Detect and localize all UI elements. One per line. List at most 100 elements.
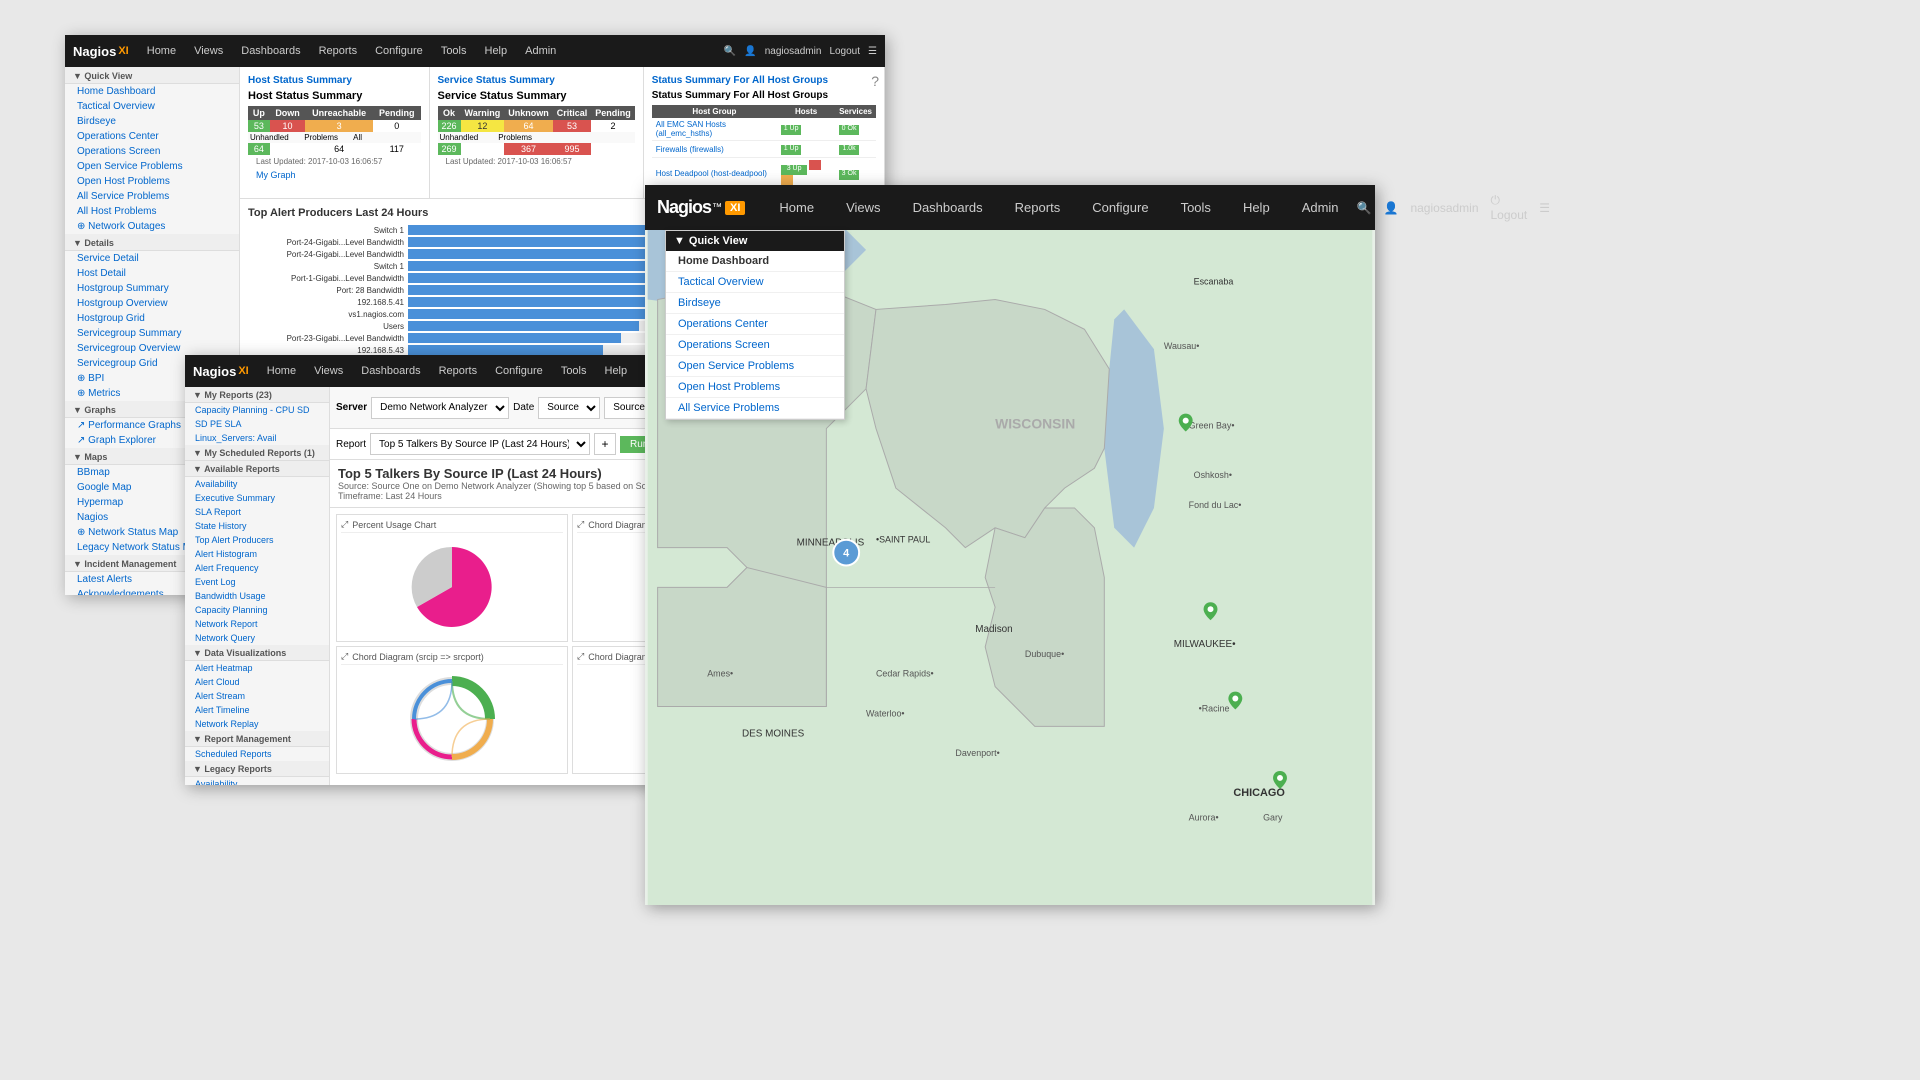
sidebar-all-host[interactable]: All Host Problems — [65, 204, 239, 219]
svc-all-unknown[interactable]: 367 — [504, 143, 553, 155]
dd-birdseye[interactable]: Birdseye — [666, 293, 844, 314]
nav-home-w2[interactable]: Home — [765, 192, 828, 223]
host-up-count[interactable]: 53 — [248, 120, 270, 132]
avail-state[interactable]: State History — [185, 519, 329, 533]
nav-views-w1[interactable]: Views — [186, 41, 231, 61]
date-select[interactable]: Source — [538, 397, 600, 419]
avail-top-alert[interactable]: Top Alert Producers — [185, 533, 329, 547]
host-down-count[interactable]: 10 — [270, 120, 305, 132]
help-icon-hg[interactable]: ? — [871, 73, 879, 89]
expand-icon-chord3[interactable]: ⤢ — [577, 651, 584, 662]
avail-alert-freq[interactable]: Alert Frequency — [185, 561, 329, 575]
nav-dashboards-w2[interactable]: Dashboards — [899, 192, 997, 223]
sidebar-hostgroup-summary[interactable]: Hostgroup Summary — [65, 281, 239, 296]
sidebar-operations-screen[interactable]: Operations Screen — [65, 144, 239, 159]
sidebar-hostgroup-overview[interactable]: Hostgroup Overview — [65, 296, 239, 311]
hg-name-1[interactable]: All EMC SAN Hosts (all_emc_hsths) — [652, 118, 777, 141]
nav-dashboards-w1[interactable]: Dashboards — [233, 41, 308, 61]
report-item-sla[interactable]: SD PE SLA — [185, 417, 329, 431]
viz-heatmap[interactable]: Alert Heatmap — [185, 661, 329, 675]
expand-icon-chord1[interactable]: ⤢ — [577, 519, 584, 530]
nav-admin-w2[interactable]: Admin — [1288, 192, 1353, 223]
viz-timeline[interactable]: Alert Timeline — [185, 703, 329, 717]
viz-stream[interactable]: Alert Stream — [185, 689, 329, 703]
svc-all-ok[interactable]: 269 — [438, 143, 461, 155]
report-select[interactable]: Top 5 Talkers By Source IP (Last 24 Hour… — [370, 433, 590, 455]
dd-operations-center[interactable]: Operations Center — [666, 314, 844, 335]
dd-home-dashboard[interactable]: Home Dashboard — [666, 251, 844, 272]
sidebar-service-detail[interactable]: Service Detail — [65, 251, 239, 266]
my-graph-link[interactable]: My Graph — [248, 168, 421, 182]
nav-configure-w3[interactable]: Configure — [487, 361, 551, 381]
legacy-availability[interactable]: Availability — [185, 777, 329, 785]
avail-availability[interactable]: Availability — [185, 477, 329, 491]
host-status-link[interactable]: Host Status Summary — [248, 75, 421, 86]
svc-ok[interactable]: 226 — [438, 120, 461, 132]
svc-pending[interactable]: 2 — [591, 120, 635, 132]
viz-cloud[interactable]: Alert Cloud — [185, 675, 329, 689]
sidebar-operations-center[interactable]: Operations Center — [65, 129, 239, 144]
search-icon-w2[interactable]: 🔍 — [1357, 201, 1372, 215]
nav-reports-w3[interactable]: Reports — [431, 361, 486, 381]
viz-replay[interactable]: Network Replay — [185, 717, 329, 731]
add-report-button[interactable]: + — [594, 433, 616, 455]
sidebar-host-detail[interactable]: Host Detail — [65, 266, 239, 281]
sidebar-home-dashboard[interactable]: Home Dashboard — [65, 84, 239, 99]
avail-bandwidth[interactable]: Bandwidth Usage — [185, 589, 329, 603]
logout-link-w2[interactable]: ⏻ Logout — [1491, 193, 1528, 222]
nav-configure-w2[interactable]: Configure — [1078, 192, 1162, 223]
sidebar-servicegroup-overview[interactable]: Servicegroup Overview — [65, 341, 239, 356]
svc-critical[interactable]: 53 — [553, 120, 592, 132]
nav-configure-w1[interactable]: Configure — [367, 41, 431, 61]
host-unreachable-count[interactable]: 3 — [305, 120, 373, 132]
menu-icon-w1[interactable]: ☰ — [868, 46, 877, 57]
sidebar-network-outages[interactable]: Network Outages — [65, 219, 239, 234]
avail-network-qry[interactable]: Network Query — [185, 631, 329, 645]
logout-link-w1[interactable]: Logout — [829, 46, 860, 57]
nav-help-w3[interactable]: Help — [597, 361, 636, 381]
nav-home-w1[interactable]: Home — [139, 41, 184, 61]
sidebar-hostgroup-grid[interactable]: Hostgroup Grid — [65, 311, 239, 326]
dd-all-service[interactable]: All Service Problems — [666, 398, 844, 419]
nav-tools-w2[interactable]: Tools — [1167, 192, 1225, 223]
dd-open-host[interactable]: Open Host Problems — [666, 377, 844, 398]
nav-admin-w1[interactable]: Admin — [517, 41, 564, 61]
nav-reports-w1[interactable]: Reports — [311, 41, 366, 61]
sidebar-all-service[interactable]: All Service Problems — [65, 189, 239, 204]
scheduled-reports-link[interactable]: Scheduled Reports — [185, 747, 329, 761]
dd-operations-screen[interactable]: Operations Screen — [666, 335, 844, 356]
service-status-link[interactable]: Service Status Summary — [438, 75, 635, 86]
avail-alert-histo[interactable]: Alert Histogram — [185, 547, 329, 561]
report-item-cpu[interactable]: Capacity Planning - CPU SD — [185, 403, 329, 417]
dd-tactical-overview[interactable]: Tactical Overview — [666, 272, 844, 293]
nav-reports-w2[interactable]: Reports — [1001, 192, 1075, 223]
nav-help-w2[interactable]: Help — [1229, 192, 1284, 223]
nav-views-w2[interactable]: Views — [832, 192, 894, 223]
nav-tools-w3[interactable]: Tools — [553, 361, 595, 381]
svc-all-crit[interactable]: 995 — [553, 143, 592, 155]
sidebar-tactical-overview[interactable]: Tactical Overview — [65, 99, 239, 114]
avail-sla[interactable]: SLA Report — [185, 505, 329, 519]
nav-help-w1[interactable]: Help — [477, 41, 516, 61]
nav-home-w3[interactable]: Home — [259, 361, 304, 381]
menu-icon-w2[interactable]: ☰ — [1539, 201, 1550, 215]
avail-executive[interactable]: Executive Summary — [185, 491, 329, 505]
nav-views-w3[interactable]: Views — [306, 361, 351, 381]
hg-name-2[interactable]: Firewalls (firewalls) — [652, 141, 777, 158]
expand-icon-pie[interactable]: ⤢ — [341, 519, 348, 530]
search-icon-w1[interactable]: 🔍 — [724, 46, 736, 57]
sidebar-servicegroup-summary[interactable]: Servicegroup Summary — [65, 326, 239, 341]
svc-warning[interactable]: 12 — [461, 120, 505, 132]
sidebar-open-host[interactable]: Open Host Problems — [65, 174, 239, 189]
expand-icon-chord2[interactable]: ⤢ — [341, 651, 348, 662]
host-all-pending[interactable]: 117 — [373, 143, 421, 155]
host-all-up[interactable]: 64 — [248, 143, 270, 155]
nav-tools-w1[interactable]: Tools — [433, 41, 475, 61]
sidebar-birdseye[interactable]: Birdseye — [65, 114, 239, 129]
server-select[interactable]: Demo Network Analyzer — [371, 397, 509, 419]
avail-network-rpt[interactable]: Network Report — [185, 617, 329, 631]
avail-capacity[interactable]: Capacity Planning — [185, 603, 329, 617]
sidebar-open-service[interactable]: Open Service Problems — [65, 159, 239, 174]
host-all-unreach[interactable]: 64 — [305, 143, 373, 155]
host-pending-count[interactable]: 0 — [373, 120, 421, 132]
